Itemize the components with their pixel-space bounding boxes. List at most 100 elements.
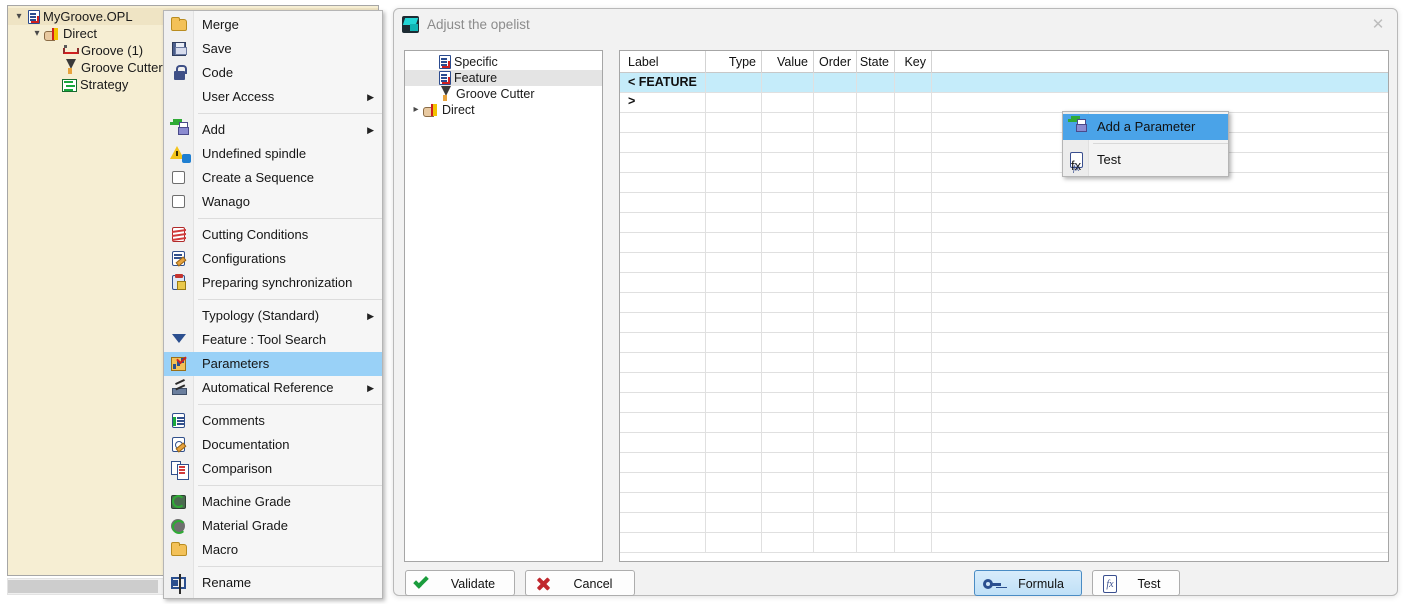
- grid-cell[interactable]: [932, 73, 1389, 92]
- grid-cell[interactable]: [932, 213, 1389, 232]
- grid-cell[interactable]: [620, 513, 706, 532]
- dialog-tree-item-direct[interactable]: ▸Direct: [405, 102, 602, 118]
- grid-cell[interactable]: [857, 253, 895, 272]
- formula-button[interactable]: Formula: [974, 570, 1082, 596]
- grid-cell[interactable]: [857, 433, 895, 452]
- menu-item-rename[interactable]: Rename: [164, 571, 382, 595]
- grid-cell[interactable]: [932, 313, 1389, 332]
- grid-row[interactable]: [620, 493, 1388, 513]
- grid-cell[interactable]: [762, 533, 814, 552]
- grid-cell[interactable]: [814, 133, 857, 152]
- test-button[interactable]: fx Test: [1092, 570, 1180, 596]
- grid-cell[interactable]: [620, 373, 706, 392]
- grid-cell[interactable]: [932, 273, 1389, 292]
- menu-item-machine-grade[interactable]: Machine Grade: [164, 490, 382, 514]
- grid-cell[interactable]: [814, 333, 857, 352]
- grid-header-value[interactable]: Value: [762, 51, 814, 73]
- grid-cell[interactable]: [762, 113, 814, 132]
- grid-cell[interactable]: [762, 313, 814, 332]
- grid-cell[interactable]: [814, 473, 857, 492]
- grid-cell[interactable]: [706, 233, 762, 252]
- parameters-grid[interactable]: LabelTypeValueOrderStateKey < FEATURE >: [619, 50, 1389, 562]
- grid-cell[interactable]: [762, 213, 814, 232]
- grid-cell[interactable]: [932, 493, 1389, 512]
- grid-cell[interactable]: [814, 153, 857, 172]
- grid-cell[interactable]: [762, 133, 814, 152]
- grid-cell[interactable]: [932, 453, 1389, 472]
- grid-cell[interactable]: [895, 413, 932, 432]
- grid-cell[interactable]: [620, 333, 706, 352]
- grid-cell[interactable]: [895, 73, 932, 92]
- menu-item-macro[interactable]: Macro: [164, 538, 382, 562]
- validate-button[interactable]: Validate: [405, 570, 515, 596]
- grid-cell[interactable]: [895, 453, 932, 472]
- grid-cell[interactable]: [895, 133, 932, 152]
- grid-cell[interactable]: [932, 433, 1389, 452]
- grid-cell[interactable]: [762, 393, 814, 412]
- grid-cell[interactable]: [857, 533, 895, 552]
- menu-item-add[interactable]: Add▶: [164, 118, 382, 142]
- grid-cell[interactable]: [762, 433, 814, 452]
- menu-item-typology-standard[interactable]: Typology (Standard)▶: [164, 304, 382, 328]
- tree-scrollbar-thumb[interactable]: [8, 580, 158, 593]
- grid-cell[interactable]: [932, 513, 1389, 532]
- grid-cell[interactable]: [814, 433, 857, 452]
- grid-cell[interactable]: [814, 453, 857, 472]
- grid-cell[interactable]: [620, 113, 706, 132]
- grid-cell[interactable]: [857, 413, 895, 432]
- grid-cell[interactable]: [814, 393, 857, 412]
- grid-body[interactable]: < FEATURE >: [620, 73, 1388, 553]
- menu-item-material-grade[interactable]: Material Grade: [164, 514, 382, 538]
- grid-cell[interactable]: [706, 333, 762, 352]
- grid-cell[interactable]: [706, 453, 762, 472]
- grid-cell[interactable]: [706, 353, 762, 372]
- grid-cell[interactable]: [814, 313, 857, 332]
- grid-row[interactable]: [620, 433, 1388, 453]
- grid-cell[interactable]: [857, 193, 895, 212]
- grid-row[interactable]: [620, 533, 1388, 553]
- grid-cell[interactable]: [932, 193, 1389, 212]
- grid-row[interactable]: [620, 353, 1388, 373]
- grid-cell[interactable]: [620, 173, 706, 192]
- grid-cell[interactable]: [762, 253, 814, 272]
- opl-context-menu[interactable]: MergeSaveCodeUser Access▶Add▶Undefined s…: [163, 10, 383, 599]
- grid-cell[interactable]: [620, 493, 706, 512]
- grid-cell[interactable]: [620, 433, 706, 452]
- grid-cell[interactable]: [857, 273, 895, 292]
- grid-row[interactable]: [620, 233, 1388, 253]
- grid-row[interactable]: [620, 113, 1388, 133]
- grid-cell[interactable]: [857, 493, 895, 512]
- grid-cell[interactable]: [706, 93, 762, 112]
- grid-cell[interactable]: [762, 473, 814, 492]
- grid-cell[interactable]: [857, 113, 895, 132]
- grid-cell[interactable]: [895, 513, 932, 532]
- grid-row[interactable]: [620, 253, 1388, 273]
- grid-cell[interactable]: [857, 513, 895, 532]
- grid-cell[interactable]: [895, 313, 932, 332]
- grid-cell[interactable]: [762, 293, 814, 312]
- grid-cell[interactable]: [706, 133, 762, 152]
- grid-cell[interactable]: [620, 93, 706, 112]
- grid-cell[interactable]: [932, 533, 1389, 552]
- grid-cell[interactable]: [620, 133, 706, 152]
- grid-cell[interactable]: [762, 193, 814, 212]
- grid-cell[interactable]: [620, 353, 706, 372]
- grid-cell[interactable]: [706, 273, 762, 292]
- grid-cell[interactable]: [706, 473, 762, 492]
- grid-cell[interactable]: [762, 233, 814, 252]
- grid-cell[interactable]: [814, 413, 857, 432]
- grid-cell[interactable]: [814, 293, 857, 312]
- grid-cell[interactable]: [895, 393, 932, 412]
- grid-cell[interactable]: [857, 393, 895, 412]
- grid-cell[interactable]: [706, 433, 762, 452]
- dialog-feature-tree[interactable]: SpecificFeatureGroove Cutter▸Direct: [404, 50, 603, 562]
- grid-row[interactable]: [620, 453, 1388, 473]
- grid-cell[interactable]: [895, 173, 932, 192]
- grid-cell[interactable]: [895, 153, 932, 172]
- menu-item-undefined-spindle[interactable]: Undefined spindle: [164, 142, 382, 166]
- grid-cell[interactable]: [814, 173, 857, 192]
- grid-row[interactable]: [620, 313, 1388, 333]
- grid-cell[interactable]: [895, 493, 932, 512]
- grid-row[interactable]: [620, 133, 1388, 153]
- grid-cell[interactable]: [706, 513, 762, 532]
